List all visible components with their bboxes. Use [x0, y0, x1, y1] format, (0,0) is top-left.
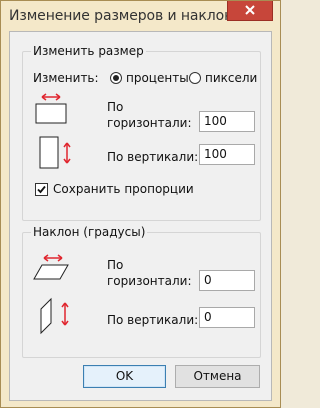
pixels-radio-label[interactable]: пиксели	[205, 71, 257, 85]
window-title: Изменение размеров и наклона	[9, 8, 242, 24]
resize-horizontal-icon	[35, 93, 67, 124]
cancel-button[interactable]: Отмена	[175, 365, 260, 388]
resize-horizontal-label-line1: По	[107, 100, 124, 114]
skew-vertical-label: По вертикали:	[107, 313, 199, 327]
skew-vertical-icon	[40, 297, 69, 335]
resize-group: Изменить размер Изменить: проценты пиксе…	[22, 44, 261, 221]
percent-radio[interactable]	[110, 72, 122, 84]
resize-skew-dialog: Изменение размеров и наклона Изменить ра…	[0, 0, 281, 408]
resize-horizontal-label-line2: горизонтали:	[107, 116, 192, 130]
resize-vertical-icon	[39, 136, 71, 169]
percent-radio-label[interactable]: проценты	[126, 71, 189, 85]
keep-ratio-label[interactable]: Сохранить пропорции	[53, 182, 194, 196]
resize-by-label: Изменить:	[33, 71, 99, 85]
checkmark-icon	[37, 185, 46, 194]
resize-group-title: Изменить размер	[31, 44, 146, 58]
resize-vertical-label: По вертикали:	[107, 150, 199, 164]
ok-button[interactable]: OK	[83, 365, 166, 388]
skew-horizontal-label-line2: горизонтали:	[107, 274, 192, 288]
skew-horizontal-input[interactable]: 0	[199, 270, 255, 291]
resize-horizontal-input[interactable]: 100	[199, 111, 255, 132]
skew-vertical-input[interactable]: 0	[199, 307, 255, 328]
skew-horizontal-icon	[33, 254, 69, 280]
skew-group-title: Наклон (градусы)	[31, 225, 148, 239]
dialog-body: Изменить размер Изменить: проценты пиксе…	[9, 31, 272, 401]
skew-group: Наклон (градусы) По горизонтали: 0 По ве…	[22, 225, 261, 358]
skew-horizontal-label-line1: По	[107, 258, 124, 272]
resize-vertical-input[interactable]: 100	[199, 144, 255, 165]
pixels-radio[interactable]	[189, 72, 201, 84]
keep-ratio-checkbox[interactable]	[35, 183, 48, 196]
close-button[interactable]	[227, 1, 273, 21]
title-bar[interactable]: Изменение размеров и наклона	[1, 1, 280, 35]
close-icon	[245, 5, 255, 15]
